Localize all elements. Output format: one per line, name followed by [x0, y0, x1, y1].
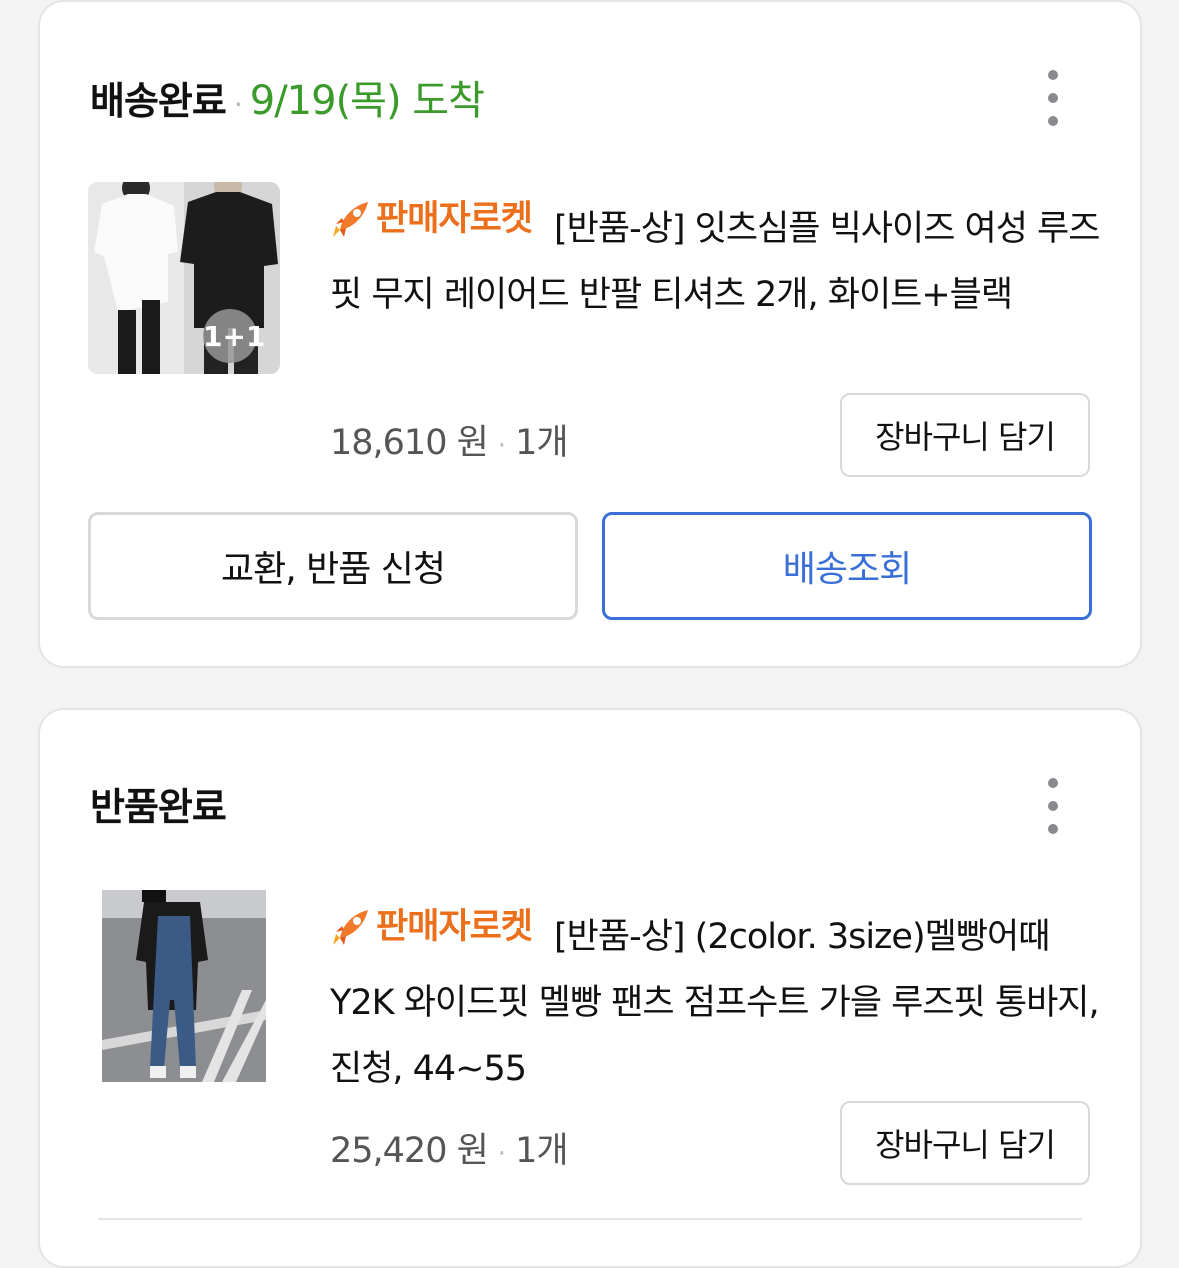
- order-card: 배송완료 · 9/19(목) 도착 1+1 판매자로켓 [반품-상] 잇츠심플 …: [38, 0, 1142, 668]
- quantity: 1개: [515, 1131, 568, 1171]
- thumb-badge-label: 1+1: [203, 320, 266, 353]
- status-label: 배송완료: [90, 79, 227, 123]
- order-status: 배송완료 · 9/19(목) 도착: [90, 68, 485, 126]
- price: 18,610 원: [330, 423, 489, 463]
- product-image[interactable]: [102, 890, 266, 1082]
- price: 25,420 원: [330, 1131, 489, 1171]
- rocket-icon: [333, 202, 368, 237]
- order-card: 반품완료 판매자로켓 [반품-상] (2color. 3size)멜빵어때 Y2…: [38, 708, 1142, 1268]
- status-label: 반품완료: [90, 785, 227, 829]
- exchange-return-button[interactable]: 교환, 반품 신청: [88, 512, 578, 620]
- add-to-cart-button[interactable]: 장바구니 담기: [840, 1101, 1090, 1185]
- arrival-date: 9/19(목) 도착: [249, 78, 485, 124]
- product-image[interactable]: 1+1: [88, 182, 280, 374]
- seller-rocket-badge: 판매자로켓: [330, 186, 533, 252]
- seller-rocket-badge: 판매자로켓: [330, 894, 533, 960]
- order-status: 반품완료: [90, 776, 227, 831]
- rocket-icon: [333, 910, 368, 945]
- more-options-icon[interactable]: [1036, 778, 1070, 834]
- more-options-icon[interactable]: [1036, 70, 1070, 126]
- product-title[interactable]: 판매자로켓 [반품-상] (2color. 3size)멜빵어때 Y2K 와이드…: [330, 894, 1110, 1102]
- quantity: 1개: [515, 423, 568, 463]
- track-delivery-button[interactable]: 배송조회: [602, 512, 1092, 620]
- price-row: 18,610 원 · 1개: [330, 414, 569, 465]
- add-to-cart-button[interactable]: 장바구니 담기: [840, 393, 1090, 477]
- price-row: 25,420 원 · 1개: [330, 1122, 569, 1173]
- product-title[interactable]: 판매자로켓 [반품-상] 잇츠심플 빅사이즈 여성 루즈핏 무지 레이어드 반팔…: [330, 186, 1110, 328]
